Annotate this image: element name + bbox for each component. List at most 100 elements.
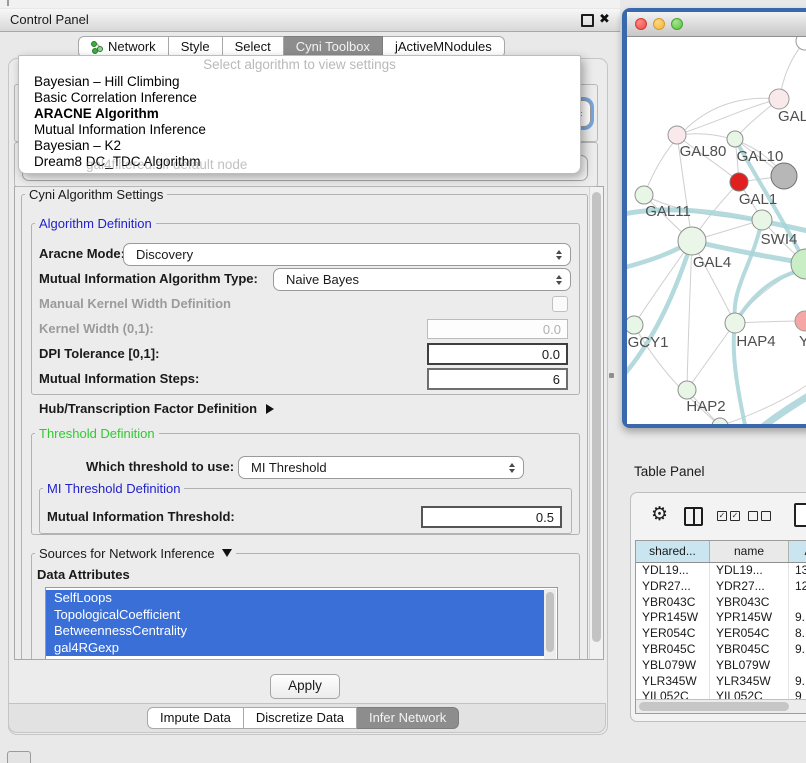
attribute-item-betweennesscentrality[interactable]: BetweennessCentrality bbox=[46, 623, 546, 640]
table-cell: YBR045C bbox=[636, 642, 710, 658]
table-horizontal-scrollbar[interactable] bbox=[636, 699, 806, 713]
sources-toggle[interactable]: Sources for Network Inference bbox=[35, 546, 236, 561]
dpi-tolerance-input[interactable]: 0.0 bbox=[427, 343, 568, 365]
network-node[interactable] bbox=[795, 311, 806, 331]
mi-type-combo[interactable]: Naive Bayes bbox=[273, 268, 571, 291]
aracne-mode-value: Discovery bbox=[136, 247, 193, 262]
table-cell: YBR045C bbox=[710, 642, 789, 658]
data-attributes-label: Data Attributes bbox=[37, 567, 130, 582]
column-header-name[interactable]: name bbox=[710, 541, 789, 562]
bottom-tab-infer-network[interactable]: Infer Network bbox=[357, 707, 459, 729]
table-row[interactable]: YLR345WYLR345W9. bbox=[636, 674, 806, 690]
popup-list: Bayesian – Hill ClimbingBasic Correlatio… bbox=[19, 74, 580, 170]
attribute-item-gal4rgexp[interactable]: gal4RGexp bbox=[46, 640, 546, 657]
table-header: shared...nameA bbox=[636, 541, 806, 563]
bottom-tab-impute-data[interactable]: Impute Data bbox=[147, 707, 244, 729]
table-row[interactable]: YDL19...YDL19...13 bbox=[636, 563, 806, 579]
table-row[interactable]: YER054CYER054C8. bbox=[636, 626, 806, 642]
network-node[interactable] bbox=[627, 316, 643, 334]
close-icon[interactable]: ✖ bbox=[599, 11, 610, 27]
apply-button[interactable]: Apply bbox=[270, 674, 340, 699]
network-node[interactable] bbox=[769, 89, 789, 109]
popup-item-bayesian-hill-climbing[interactable]: Bayesian – Hill Climbing bbox=[19, 74, 580, 90]
node-label-hap2: HAP2 bbox=[686, 398, 725, 415]
manual-kernel-checkbox[interactable] bbox=[552, 296, 568, 312]
network-window-titlebar[interactable] bbox=[627, 12, 806, 37]
table-row[interactable]: YPR145WYPR145W9. bbox=[636, 610, 806, 626]
bottom-tab-discretize-data[interactable]: Discretize Data bbox=[244, 707, 357, 729]
network-node[interactable] bbox=[725, 313, 745, 333]
network-node[interactable] bbox=[678, 381, 696, 399]
network-canvas[interactable]: GALGAL80GAL10GAL1GAL11SWI4GAL4GCY1HAP4YH… bbox=[627, 37, 806, 424]
traffic-light-close-icon[interactable] bbox=[635, 18, 647, 30]
traffic-light-zoom-icon[interactable] bbox=[671, 18, 683, 30]
which-threshold-combo[interactable]: MI Threshold bbox=[238, 456, 524, 479]
node-label-gal4: GAL4 bbox=[693, 254, 731, 271]
network-node[interactable] bbox=[752, 210, 772, 230]
attribute-item-selfloops[interactable]: SelfLoops bbox=[46, 590, 546, 607]
ghost-combo-text: gal4filtered.sif default node bbox=[86, 157, 247, 172]
table-cell: YBR043C bbox=[636, 595, 710, 611]
attributes-scrollbar[interactable] bbox=[544, 589, 556, 659]
float-window-icon[interactable] bbox=[581, 14, 594, 27]
kernel-width-input[interactable]: 0.0 bbox=[427, 319, 568, 339]
stepper-icon bbox=[509, 463, 515, 473]
split-pane-handle[interactable] bbox=[609, 373, 614, 378]
settings-vertical-scrollbar[interactable] bbox=[589, 187, 603, 659]
top-strip bbox=[0, 0, 620, 8]
network-node[interactable] bbox=[796, 37, 806, 50]
minimized-panel-icon[interactable] bbox=[7, 751, 31, 763]
table-row[interactable]: YDR27...YDR27...12 bbox=[636, 579, 806, 595]
table-row[interactable]: YBR045CYBR045C9. bbox=[636, 642, 806, 658]
tab-label: Select bbox=[235, 37, 271, 57]
table-cell: 9. bbox=[789, 642, 806, 658]
column-header-shared[interactable]: shared... bbox=[636, 541, 710, 562]
popup-item-mutual-information-inference[interactable]: Mutual Information Inference bbox=[19, 122, 580, 138]
mi-type-value: Naive Bayes bbox=[286, 272, 359, 287]
hub-definition-toggle[interactable]: Hub/Transcription Factor Definition bbox=[39, 401, 274, 416]
table-cell bbox=[789, 595, 806, 611]
stepper-icon bbox=[556, 250, 562, 260]
node-label-y: Y bbox=[799, 333, 806, 350]
network-node[interactable] bbox=[712, 418, 728, 424]
table-cell: YER054C bbox=[636, 626, 710, 642]
popup-item-aracne-algorithm[interactable]: ARACNE Algorithm bbox=[19, 106, 580, 122]
attribute-item-topologicalcoefficient[interactable]: TopologicalCoefficient bbox=[46, 607, 546, 624]
traffic-light-minimize-icon[interactable] bbox=[653, 18, 665, 30]
network-node[interactable] bbox=[668, 126, 686, 144]
aracne-mode-label: Aracne Mode: bbox=[39, 246, 125, 261]
checked-checkbox-icon[interactable]: ✓ bbox=[730, 511, 740, 521]
table-cell: YLR345W bbox=[710, 674, 789, 690]
network-node[interactable] bbox=[635, 186, 653, 204]
gear-icon[interactable]: ⚙ bbox=[651, 504, 668, 526]
which-threshold-value: MI Threshold bbox=[251, 460, 327, 475]
popup-item-bayesian-k2[interactable]: Bayesian – K2 bbox=[19, 138, 580, 154]
sources-title: Sources for Network Inference bbox=[39, 546, 215, 561]
settings-scroll-area: Cyni Algorithm Settings Algorithm Defini… bbox=[14, 186, 604, 660]
network-node[interactable] bbox=[730, 173, 748, 191]
mi-threshold-label: Mutual Information Threshold: bbox=[47, 509, 235, 524]
table-cell bbox=[789, 658, 806, 674]
network-node[interactable] bbox=[678, 227, 706, 255]
columns-icon[interactable] bbox=[684, 507, 703, 526]
column-header-a[interactable]: A bbox=[789, 541, 806, 562]
network-node[interactable] bbox=[727, 131, 743, 147]
checked-checkbox-icon[interactable]: ✓ bbox=[717, 511, 727, 521]
mi-steps-input[interactable]: 6 bbox=[427, 368, 568, 390]
cyni-settings-group-title: Cyni Algorithm Settings bbox=[25, 187, 167, 202]
new-table-icon[interactable] bbox=[794, 503, 806, 527]
table-row[interactable]: YBL079WYBL079W bbox=[636, 658, 806, 674]
table-cell: YBL079W bbox=[636, 658, 710, 674]
unchecked-checkbox-icon[interactable] bbox=[761, 511, 771, 521]
table-cell: YBR043C bbox=[710, 595, 789, 611]
table-cell: 12 bbox=[789, 579, 806, 595]
aracne-mode-combo[interactable]: Discovery bbox=[123, 243, 571, 266]
unchecked-checkbox-icon[interactable] bbox=[748, 511, 758, 521]
node-label-swi4: SWI4 bbox=[761, 231, 798, 248]
popup-item-basic-correlation-inference[interactable]: Basic Correlation Inference bbox=[19, 90, 580, 106]
network-node[interactable] bbox=[771, 163, 797, 189]
table-cell: YDL19... bbox=[636, 563, 710, 579]
data-attributes-list: SelfLoopsTopologicalCoefficientBetweenne… bbox=[45, 587, 558, 660]
table-row[interactable]: YBR043CYBR043C bbox=[636, 595, 806, 611]
mi-threshold-input[interactable]: 0.5 bbox=[421, 506, 562, 528]
